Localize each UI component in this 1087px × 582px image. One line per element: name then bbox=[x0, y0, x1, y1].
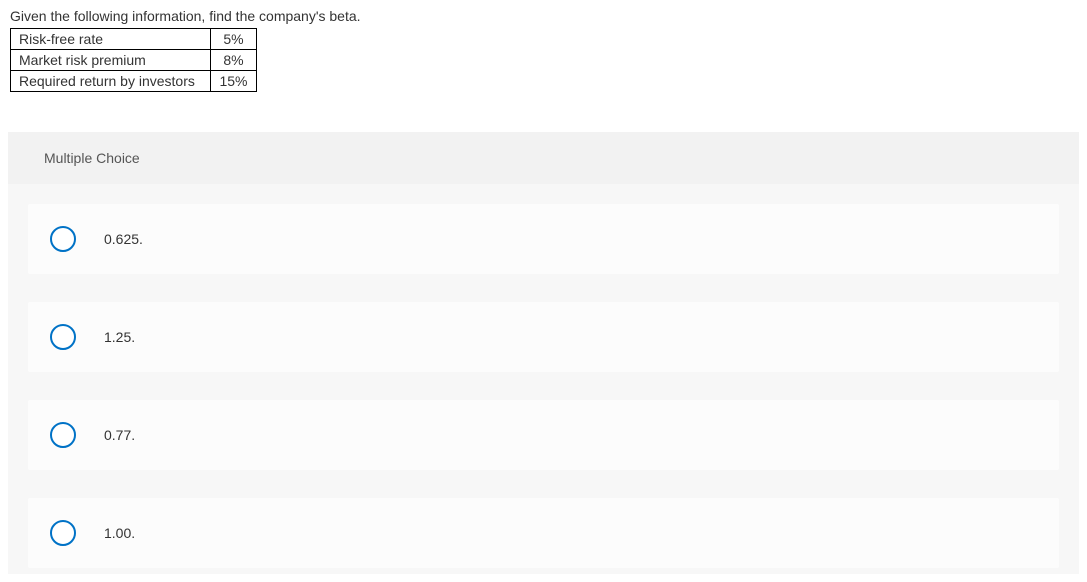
option-row[interactable]: 1.25. bbox=[28, 302, 1059, 372]
table-label: Risk-free rate bbox=[11, 29, 211, 50]
option-label: 0.77. bbox=[104, 427, 135, 443]
option-row[interactable]: 1.00. bbox=[28, 498, 1059, 568]
table-value: 8% bbox=[211, 50, 257, 71]
table-row: Required return by investors 15% bbox=[11, 71, 257, 92]
radio-button[interactable] bbox=[50, 520, 76, 546]
question-type-label: Multiple Choice bbox=[8, 132, 1079, 184]
option-label: 0.625. bbox=[104, 231, 143, 247]
question-prompt: Given the following information, find th… bbox=[8, 8, 1079, 24]
options-list: 0.625. 1.25. 0.77. 1.00. bbox=[8, 184, 1079, 574]
table-row: Risk-free rate 5% bbox=[11, 29, 257, 50]
table-value: 5% bbox=[211, 29, 257, 50]
radio-button[interactable] bbox=[50, 226, 76, 252]
option-label: 1.25. bbox=[104, 329, 135, 345]
option-row[interactable]: 0.625. bbox=[28, 204, 1059, 274]
table-label: Required return by investors bbox=[11, 71, 211, 92]
table-label: Market risk premium bbox=[11, 50, 211, 71]
data-table: Risk-free rate 5% Market risk premium 8%… bbox=[10, 28, 257, 92]
radio-button[interactable] bbox=[50, 324, 76, 350]
option-row[interactable]: 0.77. bbox=[28, 400, 1059, 470]
table-row: Market risk premium 8% bbox=[11, 50, 257, 71]
option-label: 1.00. bbox=[104, 525, 135, 541]
radio-button[interactable] bbox=[50, 422, 76, 448]
quiz-container: Multiple Choice 0.625. 1.25. 0.77. 1.00. bbox=[8, 132, 1079, 574]
table-value: 15% bbox=[211, 71, 257, 92]
